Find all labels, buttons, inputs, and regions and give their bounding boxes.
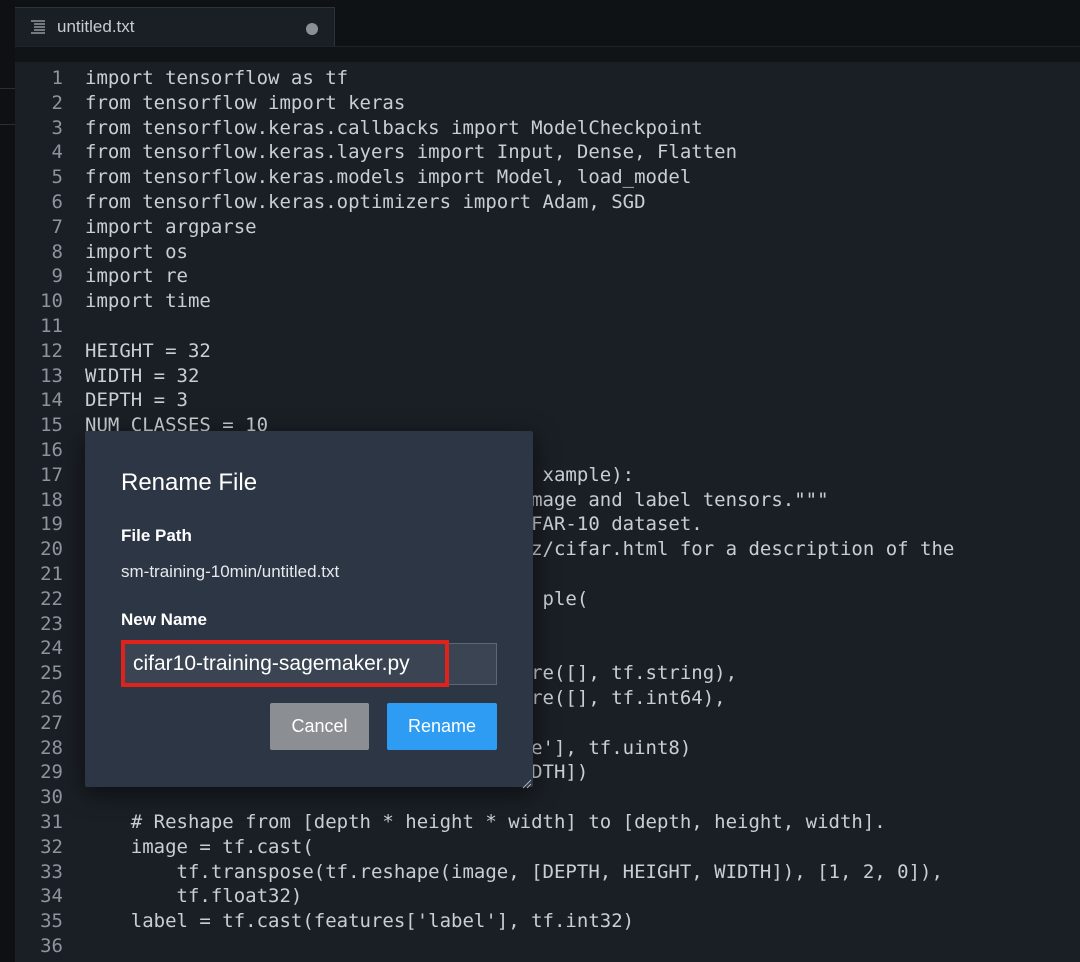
line-number: 5: [51, 166, 63, 189]
line-number: 19: [40, 513, 63, 536]
line-number: 33: [40, 860, 63, 883]
cancel-button[interactable]: Cancel: [270, 703, 369, 750]
line-number: 8: [51, 240, 63, 263]
tab-title: untitled.txt: [57, 17, 135, 36]
code-line[interactable]: WIDTH = 32: [85, 364, 199, 389]
line-number: 1: [51, 67, 63, 89]
code-line[interactable]: from tensorflow.keras.optimizers import …: [85, 190, 646, 215]
line-number: 7: [51, 215, 63, 238]
code-line[interactable]: from tensorflow.keras.callbacks import M…: [85, 116, 703, 141]
tab-bar: untitled.txt: [15, 0, 1080, 47]
line-number: 13: [40, 364, 63, 387]
line-number: 17: [40, 463, 63, 486]
resize-grip-icon[interactable]: [522, 776, 532, 789]
line-number: 18: [40, 488, 63, 511]
code-line[interactable]: from tensorflow.keras.layers import Inpu…: [85, 140, 737, 165]
code-line[interactable]: import os: [85, 240, 188, 265]
new-name-label: New Name: [121, 610, 207, 629]
code-line[interactable]: DEPTH = 3: [85, 388, 188, 413]
line-number: 32: [40, 835, 63, 858]
code-line[interactable]: image = tf.cast(: [85, 835, 314, 860]
file-path-label: File Path: [121, 526, 192, 545]
line-number: 4: [51, 141, 63, 164]
line-number: 21: [40, 563, 63, 585]
code-line[interactable]: import time: [85, 289, 211, 314]
line-number: 34: [40, 885, 63, 908]
left-activity-strip: [0, 0, 15, 962]
file-path-value: sm-training-10min/untitled.txt: [121, 562, 340, 581]
code-line[interactable]: import tensorflow as tf: [85, 66, 348, 91]
line-number: 35: [40, 910, 63, 933]
new-name-input[interactable]: [122, 643, 497, 685]
line-number: 6: [51, 191, 63, 213]
tab-untitled[interactable]: untitled.txt: [15, 7, 335, 46]
line-number: 20: [40, 538, 63, 561]
code-line[interactable]: import re: [85, 264, 188, 289]
code-line[interactable]: tf.float32): [85, 884, 303, 909]
line-number: 2: [51, 91, 63, 114]
line-number: 27: [40, 711, 63, 734]
line-number: 15: [40, 414, 63, 437]
dialog-title: Rename File: [121, 469, 258, 496]
rename-button[interactable]: Rename: [387, 703, 497, 750]
rename-file-dialog: Rename File File Path sm-training-10min/…: [85, 431, 533, 789]
unsaved-dot-icon[interactable]: [306, 23, 318, 35]
line-number: 14: [40, 389, 63, 412]
line-number-gutter: 1 2 3 4 5 6 7 8 9 10 11 12 13 14 15 16 17 18 19 20 21 22 23 24 2…: [15, 62, 77, 962]
line-number: 30: [40, 786, 63, 809]
line-number: 10: [40, 290, 63, 313]
line-number: 16: [40, 439, 63, 461]
strip-divider: [0, 88, 15, 89]
code-line[interactable]: import argparse: [85, 215, 257, 240]
line-number: 24: [40, 637, 63, 660]
line-number: 29: [40, 761, 63, 784]
line-number: 26: [40, 687, 63, 709]
line-number: 12: [40, 339, 63, 362]
line-number: 9: [51, 265, 63, 288]
file-text-icon: [29, 18, 47, 36]
strip-divider: [0, 124, 15, 125]
code-line[interactable]: HEIGHT = 32: [85, 339, 211, 364]
line-number: 3: [51, 116, 63, 139]
code-line[interactable]: # Reshape from [depth * height * width] …: [85, 810, 886, 835]
code-line[interactable]: from tensorflow import keras: [85, 91, 405, 116]
line-number: 28: [40, 736, 63, 759]
line-number: 23: [40, 612, 63, 635]
line-number: 31: [40, 811, 63, 833]
line-number: 25: [40, 662, 63, 685]
code-line[interactable]: tf.transpose(tf.reshape(image, [DEPTH, H…: [85, 860, 943, 885]
code-line[interactable]: from tensorflow.keras.models import Mode…: [85, 165, 691, 190]
line-number: 11: [40, 315, 63, 337]
line-number: 22: [40, 587, 63, 610]
code-line[interactable]: label = tf.cast(features['label'], tf.in…: [85, 909, 634, 934]
line-number: 36: [40, 935, 63, 957]
